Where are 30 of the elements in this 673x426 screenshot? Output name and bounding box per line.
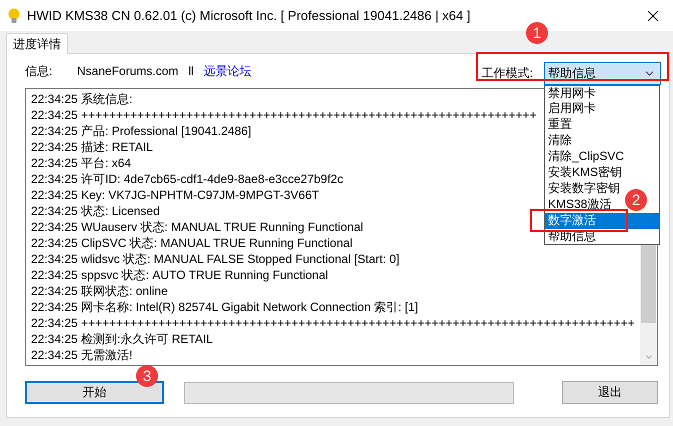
log-line: 22:34:25 系统信息:: [31, 91, 132, 107]
site-name: NsaneForums.com: [77, 64, 178, 78]
log-line: 22:34:25 WUauserv 状态: MANUAL TRUE Running Functional: [31, 219, 364, 235]
log-line: 22:34:25 wlidsvc 状态: MANUAL FALSE Stopped Functional [Start: 0]: [31, 251, 400, 267]
info-label: 信息:: [25, 62, 54, 80]
log-line: 22:34:25 联网状态: online: [31, 283, 168, 299]
mode-label: 工作模式:: [482, 64, 533, 82]
log-line: 22:34:25 +++++++++++++++++++++++++++++++++++++++++++++++++++++++++++++++++: [31, 107, 537, 123]
dropdown-option[interactable]: 数字激活: [545, 212, 659, 229]
lightbulb-icon: [8, 8, 20, 24]
log-line: 22:34:25 无需激活!: [31, 347, 132, 363]
tab[interactable]: 进度详情: [6, 33, 68, 54]
log-line: 22:34:25 网卡名称: Intel(R) 82574L Gigabit Network Connection 索引: [1]: [31, 299, 418, 315]
mode-dropdown[interactable]: 帮助信息: [544, 62, 661, 84]
log-line: 22:34:25 Key: VK7JG-NPHTM-C97JM-9MPGT-3V66T: [31, 187, 320, 203]
window-title: HWID KMS38 CN 0.62.01 (c) Microsoft Inc. [ Professional 19041.2486 | x64 ]: [27, 8, 472, 23]
log-line: 22:34:25 平台: x64: [31, 155, 132, 171]
log-line: 22:34:25 ClipSVC 状态: MANUAL TRUE Running Functional: [31, 235, 352, 251]
log-line: 22:34:25 sppsvc 状态: AUTO TRUE Running Functional: [31, 267, 328, 283]
log-line: 22:34:25 许可ID: 4de7cb65-cdf1-4de9-8ae8-e3cce27b9f2c: [31, 171, 344, 187]
start-button[interactable]: 开始: [25, 381, 164, 404]
forum-link[interactable]: 远景论坛: [204, 62, 252, 80]
exit-button[interactable]: 退出: [562, 381, 658, 404]
separator-text: ll: [188, 64, 194, 78]
log-line: 22:34:25 检测到:永久许可 RETAIL: [31, 331, 213, 347]
log-line: 22:34:25 产品: Professional [19041.2486]: [31, 123, 252, 139]
log-line: 22:34:25 +++++++++++++++++++++++++++++++++++++++++++++++++++++++++++++++++++++++++++++++: [31, 315, 635, 331]
log-line: 22:34:25 描述: RETAIL: [31, 139, 153, 155]
log-line: 22:34:25 状态: Licensed: [31, 203, 160, 219]
step-badge: 1: [526, 22, 548, 44]
